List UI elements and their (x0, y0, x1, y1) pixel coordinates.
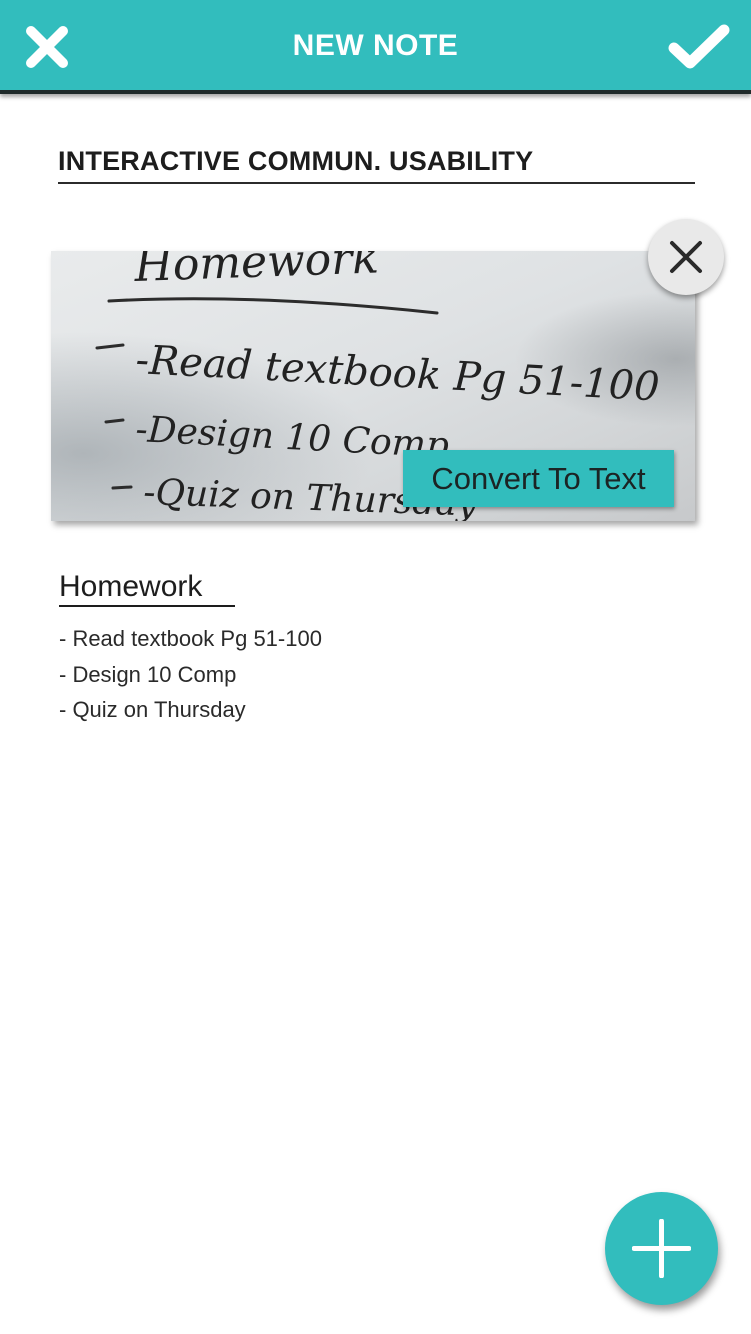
note-line: - Read textbook Pg 51-100 (59, 626, 322, 651)
checkmark-icon (668, 24, 730, 69)
remove-photo-button[interactable] (648, 219, 724, 295)
note-line: - Quiz on Thursday (59, 697, 246, 722)
save-button[interactable] (668, 22, 730, 72)
note-title-field[interactable]: INTERACTIVE COMMUN. USABILITY (58, 146, 695, 184)
close-icon (670, 241, 702, 273)
add-button[interactable] (605, 1192, 718, 1305)
plus-icon (632, 1219, 691, 1278)
note-line: - Design 10 Comp (59, 661, 237, 687)
page-title: NEW NOTE (292, 29, 459, 62)
app-bar: NEW NOTE (0, 0, 751, 94)
note-heading[interactable]: Homework (59, 570, 235, 607)
note-body[interactable]: - Read textbook Pg 51-100 - Design 10 Co… (59, 623, 322, 730)
convert-to-text-button[interactable]: Convert To Text (403, 450, 674, 507)
